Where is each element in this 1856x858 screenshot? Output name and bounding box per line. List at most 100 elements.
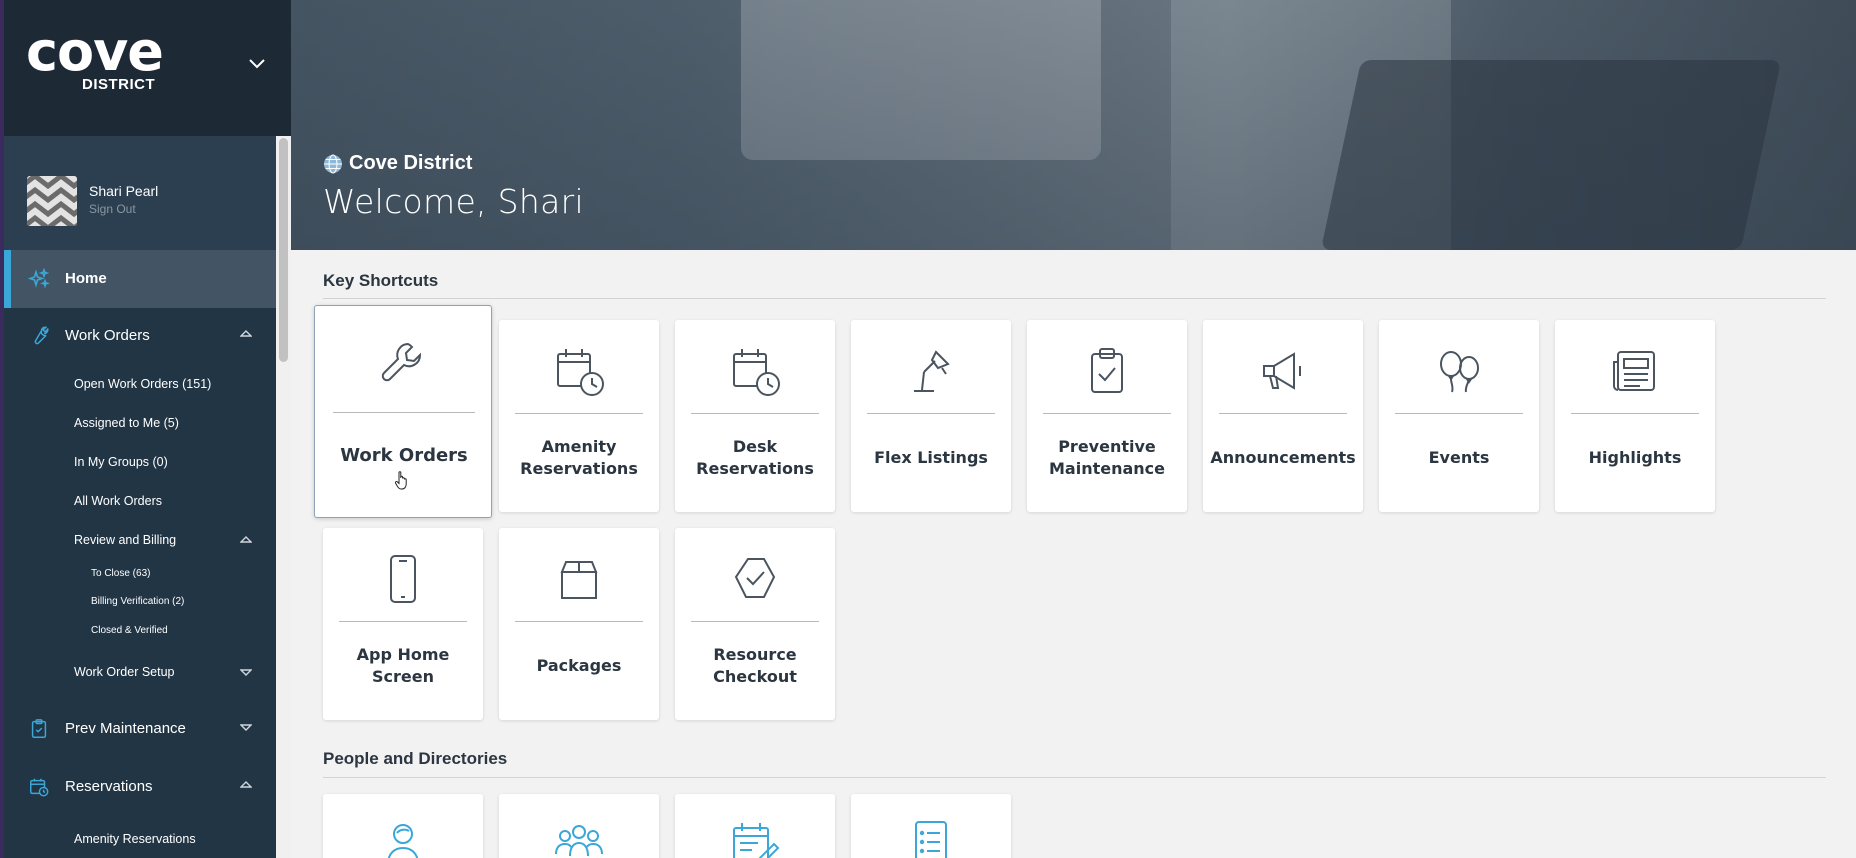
shortcut-label: Desk Reservations: [696, 437, 814, 478]
shortcut-label: Announcements: [1210, 448, 1356, 467]
balloons-icon: [1440, 351, 1479, 393]
list-icon: [915, 821, 947, 858]
sidebar-item-label: In My Groups (0): [74, 455, 168, 469]
avatar[interactable]: [27, 176, 77, 226]
sidebar-item-label: To Close (63): [91, 568, 151, 579]
calendar-edit-icon: [733, 823, 780, 858]
phone-icon: [390, 555, 416, 603]
tile-divider: [1219, 413, 1347, 414]
sidebar-item-label: Assigned to Me (5): [74, 416, 179, 430]
tile-divider: [515, 621, 643, 622]
sidebar-item-label: Closed & Verified: [91, 625, 168, 636]
shortcut-label: Packages: [536, 656, 622, 675]
tile-divider: [867, 413, 995, 414]
sidebar-item-closed-verified[interactable]: Closed & Verified: [4, 619, 276, 643]
sidebar-item-prev-maintenance[interactable]: Prev Maintenance: [4, 708, 276, 748]
chevron-up-icon[interactable]: [240, 330, 252, 338]
shortcut-tile-amenity-reservations[interactable]: Amenity Reservations: [499, 320, 659, 512]
section-divider: [323, 777, 1826, 778]
logo-bar: cove DISTRICT: [0, 0, 291, 136]
shortcut-label: Highlights: [1588, 448, 1682, 467]
wrench-icon: [381, 342, 422, 382]
sidebar-item-in-my-groups[interactable]: In My Groups (0): [4, 447, 276, 477]
sidebar-item-label: Home: [65, 270, 107, 287]
sidebar: cove DISTRICT Shari Pearl Sign Out Home …: [0, 0, 291, 858]
newspaper-icon: [1613, 351, 1655, 391]
mouse-pointer-icon: [394, 471, 407, 490]
chevron-down-icon[interactable]: [240, 723, 252, 731]
clipboard-check-icon: [31, 719, 47, 738]
shortcut-label: Flex Listings: [874, 448, 988, 467]
chevron-up-icon[interactable]: [240, 781, 252, 789]
sidebar-item-home[interactable]: Home: [4, 250, 276, 308]
group-icon: [555, 825, 603, 857]
sidebar-item-reservations[interactable]: Reservations: [4, 766, 276, 806]
tile-divider: [339, 621, 467, 622]
chevron-up-icon[interactable]: [240, 536, 252, 544]
hero-banner: Cove District Welcome, Shari: [291, 0, 1856, 250]
sidebar-item-label: Prev Maintenance: [65, 720, 186, 737]
people-tile[interactable]: [851, 794, 1011, 858]
wrench-icon: [34, 326, 49, 345]
sidebar-item-work-orders[interactable]: Work Orders: [4, 315, 276, 355]
sidebar-item-all-work-orders[interactable]: All Work Orders: [4, 486, 276, 516]
hexagon-check-icon: [734, 558, 776, 598]
section-divider: [323, 298, 1826, 299]
shortcut-tile-resource-checkout[interactable]: Resource Checkout: [675, 528, 835, 720]
sidebar-item-amenity-reservations[interactable]: Amenity Reservations: [4, 824, 276, 854]
clipboard-check-icon: [1091, 348, 1123, 393]
shortcut-tile-announcements[interactable]: Announcements: [1203, 320, 1363, 512]
chevron-down-icon[interactable]: [240, 668, 252, 676]
shortcut-label: Resource Checkout: [713, 645, 797, 686]
shortcut-tile-desk-reservations[interactable]: Desk Reservations: [675, 320, 835, 512]
people-tile[interactable]: [323, 794, 483, 858]
sign-out-link[interactable]: Sign Out: [89, 202, 136, 216]
people-tile[interactable]: [675, 794, 835, 858]
section-title-people-directories: People and Directories: [323, 749, 508, 768]
person-icon: [387, 824, 419, 858]
calendar-clock-icon: [30, 778, 49, 797]
chevron-down-icon[interactable]: [248, 56, 266, 70]
active-indicator: [4, 250, 11, 308]
welcome-heading: Welcome, Shari: [323, 182, 584, 221]
sidebar-item-open-work-orders[interactable]: Open Work Orders (151): [4, 369, 276, 399]
tile-divider: [691, 621, 819, 622]
user-profile: Shari Pearl Sign Out: [4, 136, 276, 250]
shortcut-tile-packages[interactable]: Packages: [499, 528, 659, 720]
logo-word: cove: [26, 20, 164, 83]
calendar-clock-icon: [557, 349, 604, 396]
sidebar-item-review-and-billing[interactable]: Review and Billing: [4, 525, 276, 555]
logo-sub: DISTRICT: [82, 76, 156, 93]
sidebar-item-billing-verification[interactable]: Billing Verification (2): [4, 590, 276, 614]
shortcut-label: App Home Screen: [356, 645, 450, 686]
user-name: Shari Pearl: [89, 183, 159, 199]
shortcut-tile-preventive-maintenance[interactable]: Preventive Maintenance: [1027, 320, 1187, 512]
sidebar-item-work-order-setup[interactable]: Work Order Setup: [4, 657, 276, 687]
sidebar-item-label: Amenity Reservations: [74, 832, 196, 846]
shortcut-label: Preventive Maintenance: [1048, 437, 1165, 478]
sidebar-item-label: Work Orders: [65, 327, 150, 344]
sidebar-item-assigned-to-me[interactable]: Assigned to Me (5): [4, 408, 276, 438]
shortcut-tile-flex-listings[interactable]: Flex Listings: [851, 320, 1011, 512]
calendar-clock-icon: [733, 349, 780, 396]
sidebar-item-label: All Work Orders: [74, 494, 162, 508]
sidebar-scrollbar-thumb[interactable]: [279, 138, 288, 362]
package-icon: [560, 561, 598, 599]
tile-divider: [1571, 413, 1699, 414]
shortcut-tile-events[interactable]: Events: [1379, 320, 1539, 512]
shortcut-tile-highlights[interactable]: Highlights: [1555, 320, 1715, 512]
tile-divider: [515, 413, 643, 414]
cove-district-logo[interactable]: cove DISTRICT: [26, 20, 164, 94]
section-title-key-shortcuts: Key Shortcuts: [323, 271, 439, 290]
sidebar-item-label: Work Order Setup: [74, 665, 175, 679]
tile-divider: [333, 412, 475, 413]
tile-divider: [1395, 413, 1523, 414]
shortcut-label: Amenity Reservations: [520, 437, 638, 478]
tile-divider: [1043, 413, 1171, 414]
people-tile[interactable]: [499, 794, 659, 858]
shortcut-label: Events: [1428, 448, 1490, 467]
sidebar-item-to-close[interactable]: To Close (63): [4, 562, 276, 586]
shortcut-tile-app-home-screen[interactable]: App Home Screen: [323, 528, 483, 720]
desk-lamp-icon: [914, 350, 950, 392]
megaphone-icon: [1263, 352, 1301, 390]
